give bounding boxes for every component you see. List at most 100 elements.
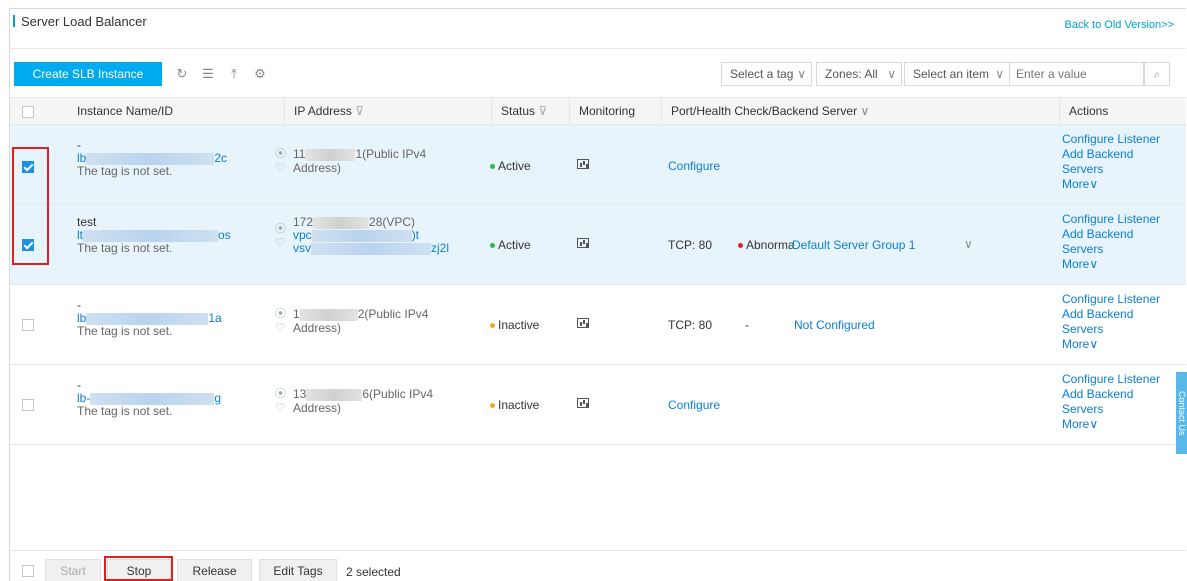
status-dot [490,403,495,408]
vpc-prefix: vpc [293,228,312,242]
release-button[interactable]: Release [177,559,252,581]
ip-cell: 11 1(Public IPv4 Address) [293,147,426,175]
ip-prefix: 11 [293,147,306,161]
col-monitoring: Monitoring [569,98,635,125]
export-icon[interactable]: ⤒ [222,62,246,86]
more-menu[interactable]: More∨ [1062,177,1160,192]
redacted-text [313,216,370,229]
footer-select-all-checkbox[interactable] [22,565,34,577]
ip-icons: ⦿ ♡ [275,222,286,250]
instance-cell: - lb 1a The tag is not set. [77,299,222,338]
instance-name: - [77,378,81,392]
monitoring-chart-icon[interactable] [577,159,589,169]
chevron-down-icon: ∨ [1089,417,1099,431]
vswitch-id-link[interactable]: vsv zj2l [293,242,449,255]
monitoring-chart-icon[interactable] [577,318,589,328]
filter-icon[interactable]: ⊽ [355,104,364,118]
col-status-label: Status [501,104,536,118]
item-select[interactable]: Select an item ∨ [904,62,1010,86]
row-checkbox[interactable] [22,319,34,331]
vswitch-prefix: vsv [293,241,311,255]
add-backend-servers-link[interactable]: Add Backend [1062,307,1160,322]
tag-select[interactable]: Select a tag ∨ [721,62,812,86]
settings-icon[interactable]: ⚙ [248,62,272,86]
add-backend-servers-link-line2[interactable]: Servers [1062,402,1160,417]
ip-type: Address) [293,321,342,335]
more-menu[interactable]: More∨ [1062,337,1160,352]
status-dot [490,243,495,248]
more-menu[interactable]: More∨ [1062,417,1160,432]
refresh-icon[interactable]: ↻ [170,62,194,86]
edit-tags-button[interactable]: Edit Tags [259,559,337,581]
monitoring-chart-icon[interactable] [577,398,589,408]
col-instance-name: Instance Name/ID [77,104,174,118]
configure-listener-link[interactable]: Configure Listener [1062,212,1160,227]
search-icon[interactable]: ⌕ [1144,62,1170,86]
add-backend-servers-link-line2[interactable]: Servers [1062,242,1160,257]
health-text: - [745,318,749,332]
add-backend-servers-link[interactable]: Add Backend [1062,387,1160,402]
add-backend-servers-link-line2[interactable]: Servers [1062,322,1160,337]
not-configured-link[interactable]: Not Configured [794,318,875,332]
redacted-text [311,229,412,242]
configure-listener-link[interactable]: Configure Listener [1062,372,1160,387]
filter-icon[interactable]: ⊽ [538,104,547,118]
status-cell: Active [490,238,531,252]
monitoring-chart-icon[interactable] [577,238,589,248]
backend-server-group-link[interactable]: Default Server Group 1 [792,238,915,252]
col-status[interactable]: Status ⊽ [491,98,547,125]
instance-id-suffix: 1a [208,311,222,325]
shield-icon: ♡ [275,322,285,334]
status-dot [490,164,495,169]
toolbar: Create SLB Instance ↻ ☰ ⤒ ⚙ Select a tag… [14,62,1184,86]
more-label: More [1062,417,1090,431]
ip-icons: ⦿ ♡ [275,147,286,175]
more-menu[interactable]: More∨ [1062,257,1160,272]
contact-us-tab[interactable]: Contact Us [1176,372,1187,454]
vpc-suffix: )t [411,228,420,242]
chevron-down-icon: ∨ [1089,177,1099,191]
ip-suffix: 28(VPC) [369,215,416,229]
configure-link[interactable]: Configure [668,159,720,173]
page-header: Server Load Balancer Back to Old Version… [9,8,1186,49]
add-backend-servers-link-line2[interactable]: Servers [1062,162,1160,177]
more-label: More [1062,257,1090,271]
zones-select[interactable]: Zones: All ∨ [816,62,902,86]
instance-id-prefix: lb [77,151,87,165]
search-input[interactable] [1010,62,1144,86]
list-icon[interactable]: ☰ [196,62,220,86]
page-title-text: Server Load Balancer [21,14,147,29]
status-dot [490,323,495,328]
instance-name: test [77,215,97,229]
ip-cell: 1 2(Public IPv4 Address) [293,307,428,335]
add-backend-servers-link[interactable]: Add Backend [1062,227,1160,242]
col-port[interactable]: Port/Health Check/Backend Server ∨ [661,98,869,125]
highlight-box-checkboxes [12,147,49,265]
instance-id-suffix: 2c [214,151,228,165]
col-ip-address[interactable]: IP Address ⊽ [284,98,364,125]
start-button[interactable]: Start [45,559,101,581]
table-row: - lb 1a The tag is not set. ⦿ ♡ 1 2(Public … [10,285,1186,365]
instance-name: - [77,138,81,152]
chevron-down-icon[interactable]: ∨ [964,237,973,251]
configure-listener-link[interactable]: Configure Listener [1062,132,1160,147]
status-cell: Inactive [490,318,539,332]
add-backend-servers-link[interactable]: Add Backend [1062,147,1160,162]
create-slb-instance-button[interactable]: Create SLB Instance [14,62,162,86]
back-to-old-version-link[interactable]: Back to Old Version>> [1065,19,1174,31]
chevron-down-icon: ∨ [887,67,896,81]
configure-listener-link[interactable]: Configure Listener [1062,292,1160,307]
chevron-down-icon: ∨ [797,67,806,81]
page-title: Server Load Balancer [13,14,147,29]
configure-link[interactable]: Configure [668,398,720,412]
row-checkbox[interactable] [22,399,34,411]
vpc-id-link[interactable]: vpc )t [293,229,449,242]
table-row: test lt os The tag is not set. ⦿ ♡ 172 28(V… [10,205,1186,285]
batch-action-bar: Start Stop Release Edit Tags 2 selected [10,550,1186,581]
actions-cell: Configure Listener Add Backend Servers M… [1062,292,1160,352]
instance-id-suffix: g [214,391,222,405]
tag-select-label: Select a tag [730,67,794,81]
instance-id-suffix: os [218,228,231,242]
select-all-checkbox[interactable] [22,106,34,118]
ip-prefix: 13 [293,387,307,401]
